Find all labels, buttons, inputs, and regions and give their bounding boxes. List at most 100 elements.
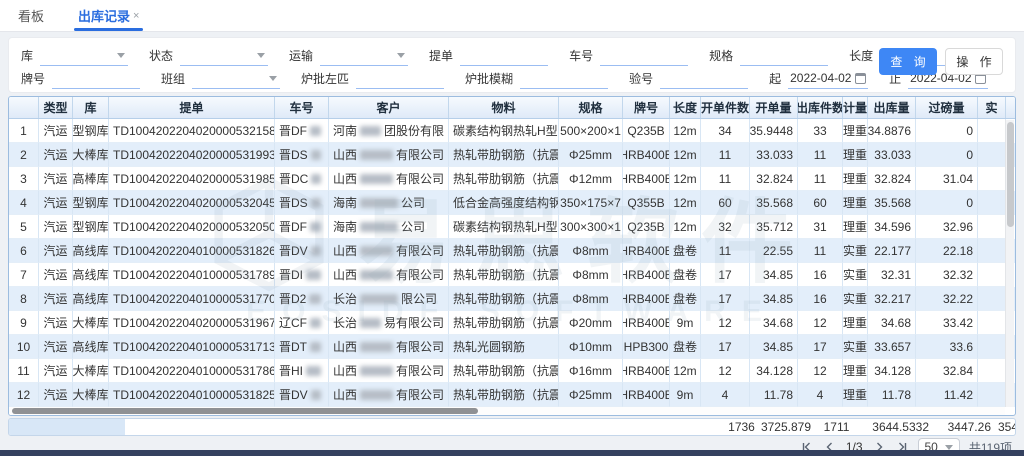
customer-suffix: 有限公司 [396, 386, 444, 403]
filter-input[interactable] [520, 69, 608, 89]
cell-extra [978, 335, 1006, 359]
filter-input[interactable] [52, 69, 140, 89]
column-header-wh[interactable]: 库 [73, 97, 109, 118]
filter-input[interactable] [356, 69, 444, 89]
filter-group: 状态 [149, 46, 268, 66]
column-header-truck[interactable]: 车号 [275, 97, 329, 118]
column-header-open_count[interactable]: 开单件数 [701, 97, 750, 118]
table-row[interactable]: 7汽运高线库TD1004202204010000531789晋DI山西有限公司热… [9, 263, 1015, 287]
total-truck [291, 419, 345, 435]
cell-idx: 8 [9, 287, 39, 311]
cell-grade: HRB400E [623, 263, 670, 287]
cell-wh: 型钢库 [73, 191, 109, 215]
cell-weigh_qty: 33.6 [916, 335, 978, 359]
table-row[interactable]: 11汽运大棒库TD1004202204010000531786晋HI山西有限公司… [9, 359, 1015, 383]
column-header-type[interactable]: 类型 [39, 97, 73, 118]
table-row[interactable]: 2汽运大棒库TD1004202204020000531993晋DS山西有限公司热… [9, 143, 1015, 167]
table-row[interactable]: 4汽运型钢库TD1004202204020000532045晋DS海南公司低合金… [9, 191, 1015, 215]
cell-bill: TD1004202204010000531770 [109, 287, 275, 311]
column-header-open_qty[interactable]: 开单量 [750, 97, 798, 118]
column-header-measure[interactable]: 计量 [843, 97, 868, 118]
cell-weigh_qty: 32.84 [916, 359, 978, 383]
cell-type: 汽运 [39, 335, 73, 359]
cell-extra [978, 143, 1006, 167]
table-row[interactable]: 3汽运高棒库TD1004202204020000531985晋DC山西有限公司热… [9, 167, 1015, 191]
truck-prefix: 晋DF [279, 122, 307, 139]
cell-measure: 实重 [843, 239, 868, 263]
customer-suffix: 有限公司 [396, 266, 444, 283]
filter-select[interactable] [40, 46, 128, 66]
cell-open_count: 60 [701, 191, 750, 215]
cell-idx: 7 [9, 263, 39, 287]
column-header-extra[interactable]: 实 [978, 97, 1006, 118]
column-header-material[interactable]: 物料 [449, 97, 559, 118]
cell-spec: Φ8mm [559, 263, 623, 287]
filter-input[interactable] [660, 69, 748, 89]
table-row[interactable]: 9汽运大棒库TD1004202204020000531967辽CF长治易有限公司… [9, 311, 1015, 335]
cell-customer: 河南团股份有限 [329, 119, 449, 143]
table-row[interactable]: 10汽运高线库TD1004202204010000531713晋DT山西有限公司… [9, 335, 1015, 359]
table-row[interactable]: 8汽运高线库TD1004202204010000531770晋D2长治限公司热轧… [9, 287, 1015, 311]
horizontal-scrollbar-thumb[interactable] [12, 408, 478, 414]
cell-weigh_qty: 0 [916, 119, 978, 143]
column-header-out_count[interactable]: 出库件数 [798, 97, 843, 118]
column-header-out_qty[interactable]: 出库量 [868, 97, 916, 118]
column-header-idx[interactable] [9, 97, 39, 118]
cell-customer: 山西有限公司 [329, 167, 449, 191]
cell-truck: 晋DT [275, 335, 329, 359]
customer-prefix: 山西 [333, 242, 357, 259]
filter-select[interactable] [320, 46, 408, 66]
customer-prefix: 山西 [333, 362, 357, 379]
query-button[interactable]: 查 询 [879, 48, 937, 75]
table-row[interactable]: 6汽运高线库TD1004202204010000531826晋DV山西有限公司热… [9, 239, 1015, 263]
redacted-text [360, 294, 398, 304]
tab-2[interactable]: 出库记录× [78, 0, 139, 31]
filter-label: 规格 [709, 47, 733, 64]
column-header-len[interactable]: 长度 [670, 97, 701, 118]
date-input[interactable]: 2022-04-02 [788, 69, 868, 89]
table-row[interactable]: 12汽运大棒库TD1004202204010000531825晋DV山西有限公司… [9, 383, 1015, 407]
cell-idx: 3 [9, 167, 39, 191]
total-bill [125, 419, 291, 435]
column-header-grade[interactable]: 牌号 [623, 97, 670, 118]
filter-input[interactable] [600, 46, 688, 66]
cell-out_qty: 32.217 [868, 287, 916, 311]
cell-measure: 实重 [843, 287, 868, 311]
table-row[interactable]: 1汽运型钢库TD1004202204020000532158晋DF河南团股份有限… [9, 119, 1015, 143]
close-tab-icon[interactable]: × [133, 10, 139, 22]
calendar-icon[interactable] [855, 73, 866, 84]
customer-suffix: 易有限公司 [384, 314, 444, 331]
cell-grade: HRB400E [623, 311, 670, 335]
column-header-bill[interactable]: 提单 [109, 97, 275, 118]
table-row[interactable]: 5汽运型钢库TD1004202204020000532050晋DF海南公司碳素结… [9, 215, 1015, 239]
cell-idx: 9 [9, 311, 39, 335]
cell-open_qty: 32.824 [750, 167, 798, 191]
horizontal-scrollbar[interactable] [9, 407, 1005, 415]
filter-input[interactable] [740, 46, 828, 66]
operate-button[interactable]: 操 作 [945, 48, 1003, 75]
cell-customer: 山西有限公司 [329, 239, 449, 263]
cell-out_count: 11 [798, 239, 843, 263]
column-header-customer[interactable]: 客户 [329, 97, 449, 118]
cell-idx: 10 [9, 335, 39, 359]
filter-select[interactable] [192, 69, 280, 89]
cell-len: 12m [670, 191, 701, 215]
vertical-scrollbar[interactable] [1005, 120, 1014, 407]
cell-bill: TD1004202204010000531826 [109, 239, 275, 263]
cell-open_count: 32 [701, 215, 750, 239]
customer-prefix: 海南 [333, 194, 357, 211]
redacted-text [360, 390, 393, 400]
redacted-text [360, 198, 398, 208]
cell-type: 汽运 [39, 215, 73, 239]
cell-truck: 晋DF [275, 215, 329, 239]
filter-select[interactable] [180, 46, 268, 66]
tab-1[interactable]: 看板 [18, 0, 44, 31]
filter-input[interactable] [460, 46, 548, 66]
column-header-spec[interactable]: 规格 [559, 97, 623, 118]
cell-material: 热轧光圆钢筋 [449, 335, 559, 359]
column-header-weigh_qty[interactable]: 过磅量 [916, 97, 978, 118]
filter-group: 炉批左匹 [301, 69, 444, 89]
vertical-scrollbar-thumb[interactable] [1007, 122, 1014, 227]
cell-open_count: 4 [701, 383, 750, 407]
cell-type: 汽运 [39, 143, 73, 167]
